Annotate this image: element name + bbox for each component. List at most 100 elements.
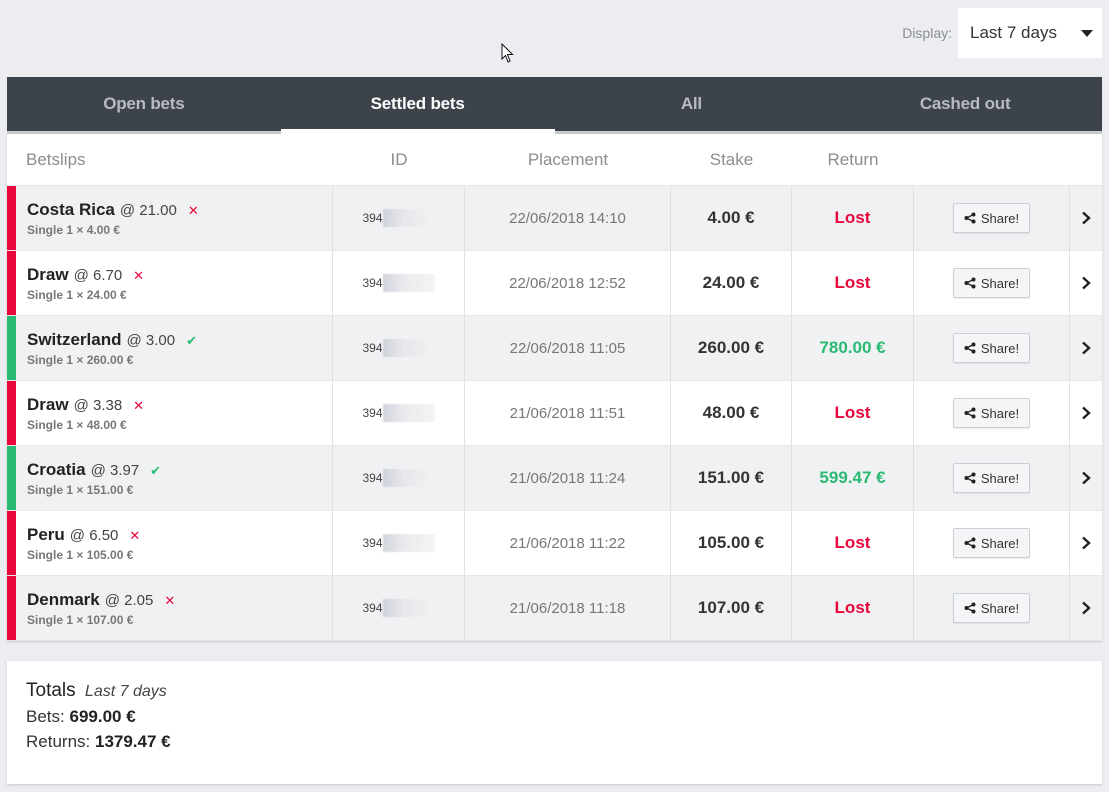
header-id: ID [390, 149, 408, 169]
row-details-button[interactable] [1070, 251, 1102, 315]
share-label: Share! [980, 405, 1020, 421]
totals-title: Totals Last 7 days [26, 680, 1083, 702]
betslip-cell: Draw @ 6.70 ✕ Single 1 × 24.00 € [16, 251, 333, 315]
betslip-cell: Denmark @ 2.05 ✕ Single 1 × 107.00 € [16, 576, 333, 640]
placement-cell: 22/06/2018 12:52 [465, 251, 671, 315]
placement-cell: 21/06/2018 11:51 [465, 381, 671, 445]
placement-cell: 22/06/2018 11:05 [465, 316, 671, 380]
tab-all[interactable]: All [555, 77, 829, 131]
totals-bets: Bets: 699.00 € [26, 707, 1083, 727]
table-row[interactable]: Costa Rica @ 21.00 ✕ Single 1 × 4.00 € 394 22… [7, 186, 1102, 251]
totals-panel: Totals Last 7 days Bets: 699.00 € Return… [7, 661, 1102, 784]
row-details-button[interactable] [1070, 186, 1102, 250]
status-bar [7, 186, 16, 250]
share-label: Share! [980, 470, 1020, 486]
table-header: Betslips ID Placement Stake Return [7, 134, 1102, 186]
table-row[interactable]: Draw @ 3.38 ✕ Single 1 × 48.00 € 394 21/06/20… [7, 381, 1102, 446]
share-icon [964, 472, 976, 484]
totals-returns-label: Returns: [26, 732, 91, 751]
table-row[interactable]: Croatia @ 3.97 ✔ Single 1 × 151.00 € 394 21/0… [7, 446, 1102, 511]
totals-period: Last 7 days [84, 683, 167, 700]
share-cell: Share! [914, 446, 1070, 510]
share-button[interactable]: Share! [952, 268, 1031, 298]
share-cell: Share! [914, 576, 1070, 640]
share-button[interactable]: Share! [952, 333, 1031, 363]
share-label: Share! [980, 275, 1020, 291]
id-cell: 394 [333, 381, 465, 445]
share-label: Share! [980, 535, 1020, 551]
display-label: Display: [902, 25, 952, 41]
tab-settled-bets[interactable]: Settled bets [280, 77, 555, 134]
selection-line: Switzerland @ 3.00 ✔ [27, 330, 197, 350]
table-row[interactable]: Draw @ 6.70 ✕ Single 1 × 24.00 € 394 22/06/20… [7, 251, 1102, 316]
row-details-button[interactable] [1070, 446, 1102, 510]
selection-name: Croatia [27, 459, 86, 479]
bet-id: 394 [362, 406, 383, 420]
selection-odds: @ 21.00 [119, 201, 177, 219]
id-cell: 394 [333, 576, 465, 640]
share-button[interactable]: Share! [952, 528, 1031, 558]
selection-line: Draw @ 3.38 ✕ [27, 395, 144, 415]
stake-cell: 4.00 € [671, 186, 792, 250]
row-details-button[interactable] [1070, 381, 1102, 445]
chevron-right-icon [1082, 276, 1091, 290]
chevron-right-icon [1082, 601, 1091, 615]
totals-bets-value: 699.00 € [69, 707, 136, 726]
chevron-right-icon [1082, 406, 1091, 420]
share-cell: Share! [914, 251, 1070, 315]
share-button[interactable]: Share! [952, 463, 1031, 493]
row-details-button[interactable] [1070, 511, 1102, 575]
share-label: Share! [980, 600, 1020, 616]
table-row[interactable]: Peru @ 6.50 ✕ Single 1 × 105.00 € 394 21/06/2… [7, 511, 1102, 576]
return-cell: Lost [792, 576, 914, 640]
table-row[interactable]: Switzerland @ 3.00 ✔ Single 1 × 260.00 € 394… [7, 316, 1102, 381]
betslip-cell: Peru @ 6.50 ✕ Single 1 × 105.00 € [16, 511, 333, 575]
selection-odds: @ 3.97 [90, 461, 140, 479]
share-button[interactable]: Share! [952, 398, 1031, 428]
table-row[interactable]: Denmark @ 2.05 ✕ Single 1 × 107.00 € 394 21/0… [7, 576, 1102, 641]
header-placement: Placement [527, 149, 609, 169]
bet-detail: Single 1 × 105.00 € [27, 547, 134, 562]
share-button[interactable]: Share! [952, 203, 1031, 233]
selection-odds: @ 3.00 [126, 331, 176, 349]
id-cell: 394 [333, 511, 465, 575]
chevron-right-icon [1082, 211, 1091, 225]
tab-open-bets[interactable]: Open bets [7, 77, 281, 131]
bet-id: 394 [362, 211, 383, 225]
id-cell: 394 [333, 446, 465, 510]
return-cell: 780.00 € [792, 316, 914, 380]
status-bar [7, 251, 16, 315]
selection-line: Denmark @ 2.05 ✕ [27, 590, 175, 610]
row-details-button[interactable] [1070, 576, 1102, 640]
share-icon [964, 407, 976, 419]
cross-icon: ✕ [164, 592, 176, 608]
row-details-button[interactable] [1070, 316, 1102, 380]
bet-id: 394 [362, 601, 383, 615]
bet-detail: Single 1 × 151.00 € [27, 482, 134, 497]
share-cell: Share! [914, 316, 1070, 380]
status-bar [7, 576, 16, 640]
status-bar [7, 511, 16, 575]
totals-returns: Returns: 1379.47 € [26, 732, 1083, 752]
share-icon [964, 277, 976, 289]
placement-cell: 21/06/2018 11:18 [465, 576, 671, 640]
stake-cell: 105.00 € [671, 511, 792, 575]
header-betslips: Betslips [26, 149, 86, 169]
share-label: Share! [980, 210, 1020, 226]
share-icon [964, 212, 976, 224]
selection-odds: @ 3.38 [73, 396, 123, 414]
id-cell: 394 [333, 251, 465, 315]
display-filter: Display: Last 7 days [902, 8, 1102, 58]
redacted-id [382, 469, 435, 487]
selection-line: Peru @ 6.50 ✕ [27, 525, 140, 545]
return-cell: Lost [792, 511, 914, 575]
betslip-cell: Costa Rica @ 21.00 ✕ Single 1 × 4.00 € [16, 186, 333, 250]
cross-icon: ✕ [133, 397, 145, 413]
share-icon [964, 537, 976, 549]
share-button[interactable]: Share! [952, 593, 1031, 623]
share-cell: Share! [914, 186, 1070, 250]
bet-detail: Single 1 × 260.00 € [27, 352, 134, 367]
display-period-select[interactable]: Last 7 days [958, 8, 1102, 58]
tab-cashed-out[interactable]: Cashed out [828, 77, 1102, 131]
totals-heading: Totals [26, 680, 76, 701]
